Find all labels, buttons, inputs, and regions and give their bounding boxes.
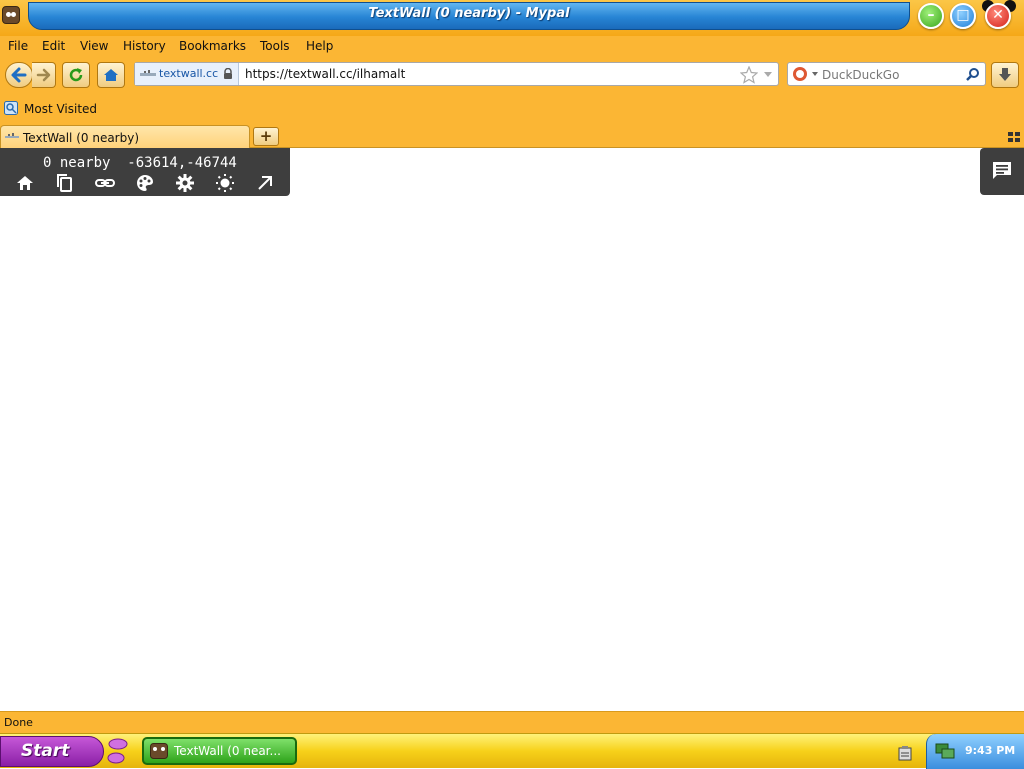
page-content[interactable]: 0 nearby -63614,-46744 bbox=[0, 148, 1024, 711]
chat-icon bbox=[993, 162, 1011, 179]
maximize-button[interactable]: □ bbox=[950, 3, 976, 29]
reload-icon bbox=[69, 68, 83, 82]
bookmark-most-visited[interactable]: Most Visited bbox=[24, 102, 97, 116]
home-icon bbox=[104, 69, 118, 81]
menu-file[interactable]: File bbox=[8, 39, 28, 53]
tab-list-icon[interactable] bbox=[1008, 132, 1020, 142]
brightness-icon[interactable] bbox=[214, 173, 236, 193]
nearby-coordinates: 0 nearby -63614,-46744 bbox=[43, 155, 237, 171]
duckduckgo-engine-icon[interactable] bbox=[792, 66, 820, 82]
menu-tools[interactable]: Tools bbox=[260, 39, 290, 53]
start-label: Start bbox=[21, 741, 70, 761]
home-button[interactable] bbox=[97, 62, 125, 88]
menu-edit[interactable]: Edit bbox=[42, 39, 65, 53]
downloads-button[interactable] bbox=[991, 62, 1019, 88]
textwall-toolbar: 0 nearby -63614,-46744 bbox=[0, 148, 290, 196]
taskbar-task-textwall[interactable]: TextWall (0 near... bbox=[142, 737, 297, 765]
tab-favicon-icon bbox=[5, 133, 19, 138]
mypal-app-icon bbox=[150, 743, 168, 759]
title-bar: TextWall (0 nearby) - Mypal – □ ✕ bbox=[0, 0, 1024, 36]
download-arrow-icon bbox=[999, 68, 1011, 81]
tab-textwall[interactable]: TextWall (0 nearby) bbox=[0, 125, 250, 148]
most-visited-folder-icon bbox=[4, 101, 18, 115]
network-tray-icon[interactable] bbox=[935, 742, 955, 760]
window-title: TextWall (0 nearby) - Mypal bbox=[368, 6, 570, 21]
taskbar: Start TextWall (0 near... 9:43 PM bbox=[0, 733, 1024, 769]
menu-bar: File Edit View History Bookmarks Tools H… bbox=[0, 36, 1024, 58]
status-text: Done bbox=[4, 716, 33, 729]
menu-view[interactable]: View bbox=[80, 39, 108, 53]
menu-history[interactable]: History bbox=[123, 39, 166, 53]
back-arrow-icon bbox=[11, 67, 27, 83]
history-dropdown-icon[interactable] bbox=[763, 71, 773, 79]
minimize-button[interactable]: – bbox=[918, 3, 944, 29]
url-bar[interactable]: textwall.cc https://textwall.cc/ilhamalt bbox=[134, 62, 779, 86]
site-identity[interactable]: textwall.cc bbox=[135, 63, 239, 85]
gear-icon[interactable] bbox=[174, 173, 196, 193]
menu-bookmarks[interactable]: Bookmarks bbox=[179, 39, 246, 53]
arrow-up-right-icon[interactable] bbox=[254, 173, 276, 193]
new-tab-button[interactable]: + bbox=[253, 127, 279, 146]
search-bar[interactable]: DuckDuckGo bbox=[787, 62, 986, 86]
bookmarks-toolbar: Most Visited bbox=[0, 94, 1024, 124]
status-bar: Done bbox=[0, 711, 1024, 733]
site-favicon-icon bbox=[140, 70, 156, 76]
tab-strip: TextWall (0 nearby) + bbox=[0, 124, 1024, 148]
taskbar-task-label: TextWall (0 near... bbox=[174, 744, 281, 758]
system-tray: 9:43 PM bbox=[926, 734, 1024, 769]
url-input[interactable]: https://textwall.cc/ilhamalt bbox=[245, 67, 405, 81]
tab-label: TextWall (0 nearby) bbox=[23, 131, 140, 145]
search-input[interactable]: DuckDuckGo bbox=[822, 68, 899, 82]
app-icon[interactable] bbox=[2, 6, 20, 24]
site-identity-label: textwall.cc bbox=[159, 67, 219, 80]
close-button[interactable]: ✕ bbox=[985, 3, 1011, 29]
home-icon[interactable] bbox=[14, 173, 36, 193]
reload-button[interactable] bbox=[62, 62, 90, 88]
forward-arrow-icon bbox=[36, 68, 50, 82]
navigation-toolbar: textwall.cc https://textwall.cc/ilhamalt… bbox=[0, 58, 1024, 94]
copy-icon[interactable] bbox=[54, 173, 76, 193]
clock[interactable]: 9:43 PM bbox=[965, 744, 1015, 757]
bookmark-star-icon[interactable] bbox=[740, 66, 758, 84]
chat-button[interactable] bbox=[980, 148, 1024, 195]
clipboard-tray-icon[interactable] bbox=[898, 745, 912, 761]
start-button[interactable]: Start bbox=[0, 736, 104, 767]
link-icon[interactable] bbox=[94, 173, 116, 193]
palette-icon[interactable] bbox=[134, 173, 156, 193]
lock-icon bbox=[224, 68, 232, 79]
forward-button[interactable] bbox=[32, 62, 56, 88]
quick-launch-icon[interactable] bbox=[106, 736, 130, 766]
back-button[interactable] bbox=[5, 62, 33, 88]
menu-help[interactable]: Help bbox=[306, 39, 333, 53]
search-icon[interactable] bbox=[966, 67, 980, 81]
